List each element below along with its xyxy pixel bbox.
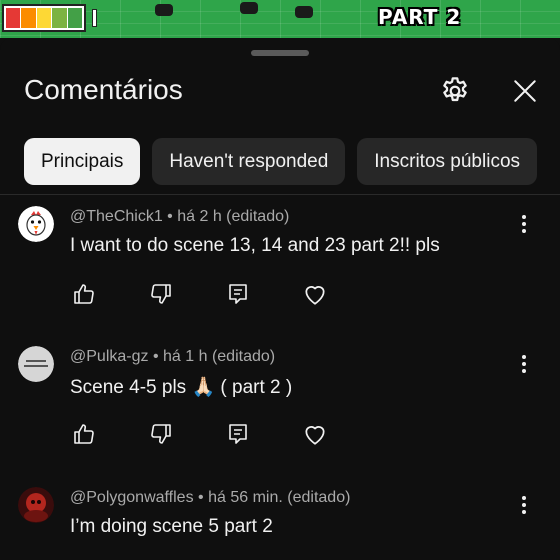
thumbs-down-icon bbox=[151, 424, 171, 444]
like-button[interactable] bbox=[70, 420, 98, 448]
comment-actions bbox=[70, 420, 378, 448]
comment-author[interactable]: @TheChick1 bbox=[70, 208, 163, 225]
battery-cell bbox=[6, 8, 21, 28]
filter-chip-principais[interactable]: Principais bbox=[24, 138, 141, 185]
comment-text: I’m doing scene 5 part 2 bbox=[70, 516, 273, 537]
avatar[interactable] bbox=[18, 206, 54, 242]
avatar[interactable] bbox=[18, 346, 54, 382]
comment-edited: (editado) bbox=[226, 208, 290, 225]
gear-icon bbox=[443, 77, 467, 102]
battery-cell bbox=[36, 8, 52, 28]
battery-cell bbox=[21, 8, 36, 28]
divider bbox=[0, 194, 560, 195]
close-icon bbox=[514, 80, 536, 102]
dislike-button[interactable] bbox=[147, 280, 175, 308]
more-vert-icon bbox=[522, 215, 526, 233]
text-avatar-icon bbox=[18, 346, 54, 382]
comment-actions bbox=[70, 280, 378, 308]
reply-button[interactable] bbox=[224, 280, 252, 308]
filter-chip-inscritos-publicos[interactable]: Inscritos públicos bbox=[357, 138, 538, 185]
thumbs-up-icon bbox=[74, 284, 94, 304]
comment-edited: (editado) bbox=[211, 348, 276, 365]
heart-button[interactable] bbox=[301, 280, 329, 308]
avatar[interactable] bbox=[18, 487, 54, 523]
comment-meta: @TheChick1 • há 2 h (editado) bbox=[70, 208, 289, 226]
comment-text: I want to do scene 13, 14 and 23 part 2!… bbox=[70, 235, 440, 256]
comment-author[interactable]: @Polygonwaffles bbox=[70, 489, 194, 506]
comment-text: Scene 4-5 pls 🙏🏻 ( part 2 ) bbox=[70, 377, 293, 398]
settings-button[interactable] bbox=[435, 71, 475, 111]
thumbs-up-icon bbox=[74, 424, 94, 444]
video-overlay-text: PART 2 bbox=[378, 5, 462, 29]
meta-separator: • bbox=[167, 208, 173, 225]
heart-button[interactable] bbox=[301, 420, 329, 448]
video-shape bbox=[155, 4, 173, 16]
more-options-button[interactable] bbox=[512, 212, 536, 236]
video-shape bbox=[295, 6, 313, 18]
comment-meta: @Pulka-gz • há 1 h (editado) bbox=[70, 348, 275, 366]
heart-icon bbox=[305, 426, 325, 445]
comment-time: há 2 h bbox=[177, 208, 222, 225]
more-options-button[interactable] bbox=[512, 352, 536, 376]
sheet-title: Comentários bbox=[24, 74, 183, 105]
battery-tip bbox=[92, 9, 97, 27]
reply-comment-icon bbox=[229, 424, 247, 444]
more-options-button[interactable] bbox=[512, 493, 536, 517]
drag-handle[interactable] bbox=[251, 50, 309, 56]
chick-avatar-icon bbox=[18, 206, 54, 242]
reply-button[interactable] bbox=[224, 420, 252, 448]
thumbs-down-icon bbox=[151, 284, 171, 304]
video-shape bbox=[240, 2, 258, 14]
dislike-button[interactable] bbox=[147, 420, 175, 448]
comment-author[interactable]: @Pulka-gz bbox=[70, 348, 149, 365]
battery-cell bbox=[52, 8, 67, 28]
meta-separator: • bbox=[152, 348, 159, 365]
video-player-strip[interactable]: PART 2 bbox=[0, 0, 560, 38]
filter-chips: Principais Haven't responded Inscritos p… bbox=[24, 138, 538, 185]
comment-time: há 1 h bbox=[163, 348, 208, 365]
like-button[interactable] bbox=[70, 280, 98, 308]
comment-time: há 56 min. bbox=[208, 489, 283, 506]
battery-cell bbox=[67, 8, 83, 28]
filter-chip-havent-responded[interactable]: Haven't responded bbox=[152, 138, 346, 185]
red-avatar-icon bbox=[18, 487, 54, 523]
reply-comment-icon bbox=[229, 284, 247, 304]
close-button[interactable] bbox=[505, 71, 545, 111]
more-vert-icon bbox=[522, 355, 526, 373]
comments-sheet: Comentários Principais Haven't responded… bbox=[0, 38, 560, 560]
more-vert-icon bbox=[522, 496, 526, 514]
comment-meta: @Polygonwaffles • há 56 min. (editado) bbox=[70, 489, 350, 507]
comment-edited: (editado) bbox=[287, 489, 351, 506]
heart-icon bbox=[305, 286, 325, 305]
meta-separator: • bbox=[198, 489, 204, 506]
battery-graphic bbox=[2, 4, 86, 32]
